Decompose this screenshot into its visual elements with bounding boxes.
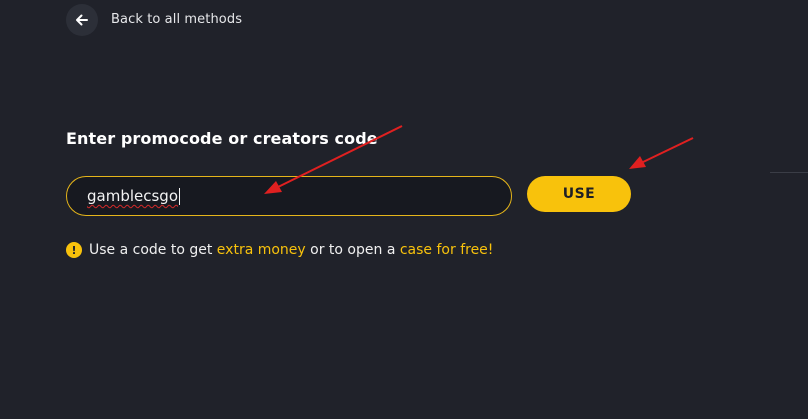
promocode-value: gamblecsgo xyxy=(87,187,179,205)
hint-text-before: Use a code to get xyxy=(89,242,213,258)
hint-text-middle: or to open a xyxy=(310,242,396,258)
back-button[interactable] xyxy=(66,4,98,36)
promocode-input[interactable]: gamblecsgo xyxy=(66,176,512,216)
annotation-arrow-use-button xyxy=(629,137,694,169)
use-button[interactable]: USE xyxy=(527,176,631,212)
back-to-methods-link[interactable]: Back to all methods xyxy=(111,12,242,27)
text-caret xyxy=(179,187,181,205)
arrow-left-icon xyxy=(76,14,88,26)
hint-highlight-free-case: case for free! xyxy=(399,242,494,258)
promo-hint: ! Use a code to get extra money or to op… xyxy=(66,242,493,258)
hint-highlight-extra-money: extra money xyxy=(216,242,306,258)
exclamation-circle-icon: ! xyxy=(66,242,82,258)
promo-title: Enter promocode or creators code xyxy=(66,129,378,148)
divider xyxy=(770,172,808,173)
